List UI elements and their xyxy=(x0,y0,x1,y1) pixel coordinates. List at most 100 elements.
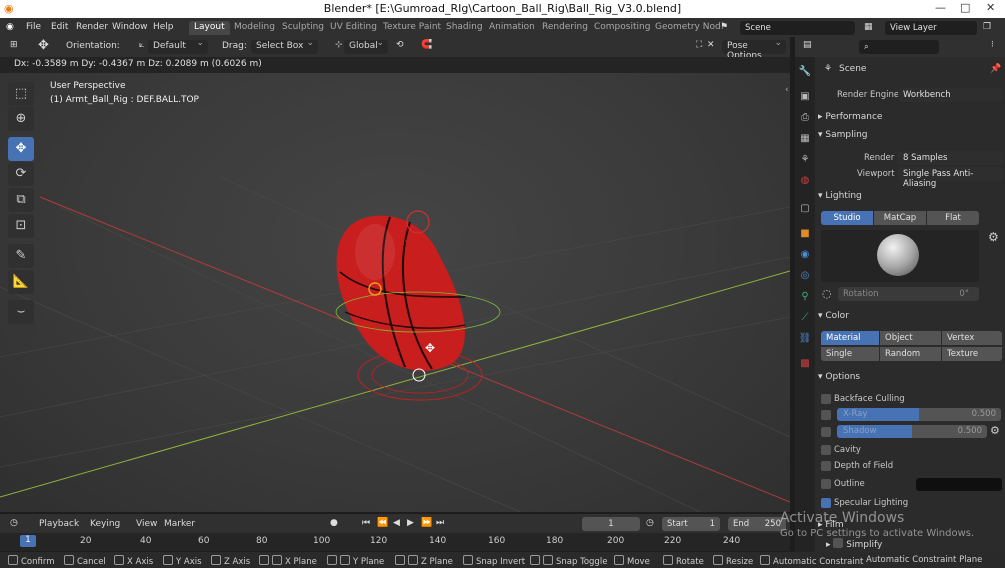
timeline-ruler[interactable]: 1 20 40 60 80 100 120 140 160 180 200 22… xyxy=(0,533,790,551)
jump-start-icon[interactable]: ⏮ xyxy=(362,518,370,528)
specular-lighting-checkbox[interactable] xyxy=(821,498,831,508)
viewport-aa-dropdown[interactable]: Single Pass Anti-Aliasing xyxy=(898,167,1002,189)
rotation-field[interactable]: Rotation 0° xyxy=(838,287,979,301)
tab-animation[interactable]: Animation xyxy=(484,21,540,35)
bone-roll-tool[interactable]: ⌣ xyxy=(8,300,34,324)
lighting-flat-button[interactable]: Flat xyxy=(927,211,979,225)
studio-light-preview[interactable] xyxy=(821,230,979,282)
playhead[interactable]: 1 xyxy=(20,535,36,547)
cursor-tool[interactable]: ⊕ xyxy=(8,107,34,131)
world-tab-icon[interactable]: ◍ xyxy=(798,174,812,188)
object-tab-icon[interactable]: ■ xyxy=(798,227,812,241)
close-button[interactable]: ✕ xyxy=(986,1,995,14)
blender-menu-icon[interactable]: ◉ xyxy=(6,22,14,32)
simplify-checkbox[interactable] xyxy=(833,538,844,548)
keying-menu[interactable]: Keying xyxy=(90,519,120,529)
view-layer-field[interactable]: View Layer xyxy=(885,21,977,35)
lighting-panel-header[interactable]: ▾ Lighting xyxy=(818,191,1004,201)
depth-of-field-checkbox[interactable] xyxy=(821,461,831,471)
menu-file[interactable]: File xyxy=(26,22,41,32)
scene-tab-icon[interactable]: ⚘ xyxy=(798,153,812,167)
lighting-matcap-button[interactable]: MatCap xyxy=(874,211,926,225)
lighting-studio-button[interactable]: Studio xyxy=(821,211,873,225)
properties-options-icon[interactable]: ⁝ xyxy=(991,40,994,50)
tab-shading[interactable]: Shading xyxy=(441,21,488,35)
texture-tab-icon[interactable]: ▩ xyxy=(798,357,812,371)
annotate-tool[interactable]: ✎ xyxy=(8,244,34,268)
preview-range-icon[interactable]: ◷ xyxy=(646,518,654,528)
tab-uv-editing[interactable]: UV Editing xyxy=(325,21,382,35)
constraint-tab-icon[interactable]: ⛓ xyxy=(798,332,812,346)
xray-slider[interactable]: X-Ray 0.500 xyxy=(837,408,1001,421)
tab-modeling[interactable]: Modeling xyxy=(229,21,280,35)
menu-help[interactable]: Help xyxy=(153,22,174,32)
outline-color-swatch[interactable] xyxy=(916,478,1002,491)
armature-tab-icon[interactable]: ⚲ xyxy=(798,290,812,304)
menu-render[interactable]: Render xyxy=(76,22,108,32)
collection-tab-icon[interactable]: ▢ xyxy=(798,202,812,216)
color-material-button[interactable]: Material xyxy=(821,331,879,345)
jump-end-icon[interactable]: ⏭ xyxy=(436,518,444,528)
pivot-icon[interactable]: ⟲ xyxy=(396,40,404,50)
color-texture-button[interactable]: Texture xyxy=(942,347,1002,361)
shadow-checkbox[interactable] xyxy=(821,427,831,437)
studio-light-settings-icon[interactable]: ⚙ xyxy=(988,230,999,244)
xray-checkbox[interactable] xyxy=(821,410,831,420)
output-tab-icon[interactable]: ⎙ xyxy=(798,111,812,125)
playback-menu[interactable]: Playback xyxy=(39,519,79,529)
bone-tab-icon[interactable]: ⟋ xyxy=(798,311,812,325)
select-box-tool[interactable]: ⬚ xyxy=(8,82,34,106)
world-space-lighting-icon[interactable]: ◌ xyxy=(822,287,832,300)
snap-icon[interactable]: 🧲 xyxy=(421,40,432,50)
maximize-button[interactable]: □ xyxy=(960,1,970,14)
play-icon[interactable]: ▶ xyxy=(407,518,414,528)
prev-keyframe-icon[interactable]: ⏪ xyxy=(377,518,388,528)
end-frame-field[interactable]: End 250 xyxy=(728,517,786,531)
record-icon[interactable]: ● xyxy=(330,518,338,528)
measure-tool[interactable]: 📐 xyxy=(8,270,34,294)
cavity-checkbox[interactable] xyxy=(821,445,831,455)
tab-rendering[interactable]: Rendering xyxy=(537,21,593,35)
orientation-dropdown[interactable]: Default xyxy=(148,38,208,54)
tool-tab-icon[interactable]: 🔧 xyxy=(798,65,812,79)
tab-texture-paint[interactable]: Texture Paint xyxy=(378,21,446,35)
render-engine-dropdown[interactable]: Workbench xyxy=(898,88,1002,102)
transform-tool[interactable]: ⊡ xyxy=(8,214,34,238)
shadow-slider[interactable]: Shadow 0.500 xyxy=(837,425,987,438)
timeline-editor-icon[interactable]: ◷ xyxy=(10,518,18,528)
play-reverse-icon[interactable]: ◀ xyxy=(393,518,400,528)
sampling-panel-header[interactable]: ▾ Sampling xyxy=(818,130,1004,140)
copy-view-layer-icon[interactable]: ❐ xyxy=(983,22,991,32)
outline-checkbox[interactable] xyxy=(821,479,831,489)
color-single-button[interactable]: Single xyxy=(821,347,879,361)
color-random-button[interactable]: Random xyxy=(880,347,941,361)
menu-edit[interactable]: Edit xyxy=(51,22,68,32)
render-tab-icon[interactable]: ▣ xyxy=(798,90,812,104)
current-frame-field[interactable]: 1 xyxy=(582,517,640,531)
drag-dropdown[interactable]: Select Box xyxy=(251,38,318,54)
properties-editor-icon[interactable]: ▤ xyxy=(803,40,812,50)
move-tool[interactable]: ✥ xyxy=(8,137,34,161)
render-samples-dropdown[interactable]: 8 Samples xyxy=(898,151,1002,165)
color-vertex-button[interactable]: Vertex xyxy=(942,331,1002,345)
properties-search-input[interactable]: ⌕ xyxy=(859,40,939,54)
next-keyframe-icon[interactable]: ⏩ xyxy=(421,518,432,528)
color-object-button[interactable]: Object xyxy=(880,331,941,345)
view-menu[interactable]: View xyxy=(136,519,157,529)
sidebar-toggle-icon[interactable]: ‹ xyxy=(785,85,789,95)
view-layer-tab-icon[interactable]: ▦ xyxy=(798,132,812,146)
tab-layout[interactable]: Layout xyxy=(189,21,230,35)
scale-tool[interactable]: ⧉ xyxy=(8,188,34,212)
scene-field[interactable]: Scene xyxy=(740,21,855,35)
xray-toggle-icon[interactable]: ✕ xyxy=(707,40,715,50)
performance-panel-header[interactable]: ▸ Performance xyxy=(818,112,1004,122)
physics-tab-icon[interactable]: ◎ xyxy=(798,269,812,283)
pose-options-dropdown[interactable]: Pose Options xyxy=(722,38,786,61)
tab-compositing[interactable]: Compositing xyxy=(589,21,655,35)
marker-menu[interactable]: Marker xyxy=(164,519,195,529)
modifier-tab-icon[interactable]: ◉ xyxy=(798,248,812,262)
menu-window[interactable]: Window xyxy=(112,22,148,32)
minimize-button[interactable]: — xyxy=(935,1,946,14)
start-frame-field[interactable]: Start 1 xyxy=(662,517,720,531)
tab-geometry-nodes[interactable]: Geometry Nod xyxy=(650,21,726,35)
